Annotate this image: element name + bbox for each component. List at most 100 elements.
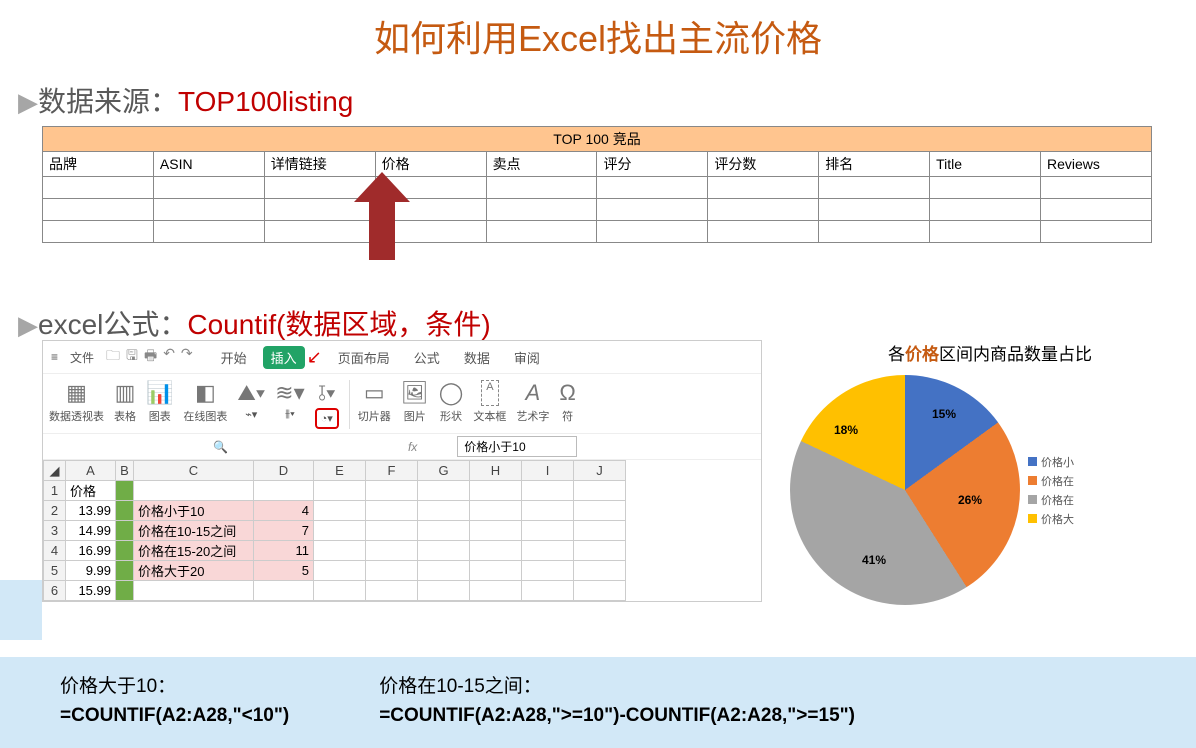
print-icon: 🖶 — [144, 345, 157, 369]
grid-row: 314.99价格在10-15之间7 — [44, 521, 626, 541]
onlinechart-icon: ◧ — [195, 380, 216, 406]
ribbon-sub2[interactable]: ≋▾ ⫵▾ — [275, 380, 304, 429]
col-brand: 品牌 — [43, 152, 154, 177]
tab-data[interactable]: 数据 — [456, 346, 498, 369]
swatch-icon — [1028, 476, 1037, 485]
colh-D[interactable]: D — [254, 461, 314, 481]
formula-right: 价格在10-15之间： =COUNTIF(A2:A28,">=10")-COUN… — [379, 673, 855, 730]
textbox-icon: A — [481, 380, 498, 406]
ribbon-symbol[interactable]: Ω符 — [559, 380, 575, 429]
pivot-icon: ▦ — [66, 380, 87, 406]
top-table-empty-row — [43, 177, 1152, 199]
formula-left: 价格大于10： =COUNTIF(A2:A28,"<10") — [60, 673, 289, 730]
grid-row: 416.99价格在15-20之间11 — [44, 541, 626, 561]
colh-F[interactable]: F — [366, 461, 418, 481]
ribbon-table[interactable]: ▥表格 — [114, 380, 136, 429]
tab-layout[interactable]: 页面布局 — [330, 346, 398, 369]
colh-G[interactable]: G — [418, 461, 470, 481]
triangle-icon: ▶ — [18, 310, 38, 340]
swatch-icon — [1028, 514, 1037, 523]
colh-A[interactable]: A — [66, 461, 116, 481]
legend-item: 价格大 — [1028, 511, 1074, 527]
section1-head: ▶数据来源：TOP100listing — [0, 80, 1196, 120]
picture-icon: 🖼 — [401, 380, 429, 406]
top-table-empty-row — [43, 199, 1152, 221]
grid-col-headers: ◢ A B C D E F G H I J — [44, 461, 626, 481]
ribbon-wordart[interactable]: A艺术字 — [516, 380, 549, 429]
colh-H[interactable]: H — [470, 461, 522, 481]
formula-right-title: 价格在10-15之间： — [379, 673, 855, 702]
tab-insert[interactable]: 插入 — [263, 346, 305, 369]
formula-bar: 🔍 fx 价格小于10 — [43, 434, 761, 460]
ribbon-pic[interactable]: 🖼图片 — [401, 380, 429, 429]
col-ratingcount: 评分数 — [708, 152, 819, 177]
save-icon: 🖫 — [126, 345, 138, 369]
pie-label-4: 18% — [834, 423, 858, 437]
symbol-icon: Ω — [559, 380, 575, 406]
section2-head: ▶excel公式：Countif(数据区域，条件) — [0, 303, 1196, 343]
ribbon-pivot[interactable]: ▦数据透视表 — [49, 380, 104, 429]
pie-button-highlighted: ◔▾ — [315, 408, 339, 429]
excel-menu: ≡ 文件 🗀🖫🖶↶↷ 开始 插入 ↙ 页面布局 公式 数据 审阅 — [43, 341, 761, 374]
fx-label: fx — [408, 440, 417, 454]
ribbon-textbox[interactable]: A文本框 — [473, 380, 506, 429]
col-asin: ASIN — [153, 152, 264, 177]
hamburger-icon[interactable]: ≡ — [51, 350, 58, 364]
formula-right-text: =COUNTIF(A2:A28,">=10")-COUNTIF(A2:A28,"… — [379, 702, 855, 731]
excel-tabs: 开始 插入 ↙ 页面布局 公式 数据 审阅 — [213, 346, 548, 369]
undo-icon: ↶ — [163, 345, 175, 369]
swatch-icon — [1028, 457, 1037, 466]
grid-row: 615.99 — [44, 581, 626, 601]
shape-icon: ◯ — [439, 380, 464, 406]
col-rating: 评分 — [597, 152, 708, 177]
col-icon: ⫵▾ — [285, 408, 295, 421]
tab-review[interactable]: 审阅 — [506, 346, 548, 369]
grid-row: 1价格 — [44, 481, 626, 501]
pie-legend: 价格小 价格在 价格在 价格大 — [1028, 451, 1074, 530]
section2-label: excel公式： — [38, 309, 187, 340]
quick-icons[interactable]: 🗀🖫🖶↶↷ — [106, 345, 193, 369]
menu-file[interactable]: 文件 — [70, 349, 94, 366]
combo-icon: ⫱▾ — [318, 380, 335, 406]
line-icon: ≋▾ — [275, 380, 304, 406]
section1-label: 数据来源： — [38, 86, 178, 117]
col-reviews: Reviews — [1041, 152, 1152, 177]
col-title: Title — [930, 152, 1041, 177]
colh-J[interactable]: J — [574, 461, 626, 481]
page-title: 如何利用Excel找出主流价格 — [0, 0, 1196, 80]
triangle-icon: ▶ — [18, 87, 38, 117]
ribbon-shape[interactable]: ◯形状 — [439, 380, 464, 429]
lens-icon[interactable]: 🔍 — [213, 440, 228, 454]
pie-title: 各价格区间内商品数量占比 — [790, 340, 1190, 365]
swatch-icon — [1028, 495, 1037, 504]
grid-row: 213.99价格小于104 — [44, 501, 626, 521]
excel-grid[interactable]: ◢ A B C D E F G H I J 1价格 213.99价格小于104 … — [43, 460, 626, 601]
redo-icon: ↷ — [181, 345, 193, 369]
top-table-empty-row — [43, 221, 1152, 243]
col-rank: 排名 — [819, 152, 930, 177]
ribbon-onlinechart[interactable]: ◧在线图表 — [183, 380, 227, 429]
ribbon-chart[interactable]: 📊图表 — [146, 380, 173, 429]
corner-cell[interactable]: ◢ — [44, 461, 66, 481]
ribbon-sub1[interactable]: ⛰▾⌁▾ — [237, 380, 265, 429]
tab-formula[interactable]: 公式 — [406, 346, 448, 369]
pie-chart: 15% 26% 41% 18% — [790, 375, 1020, 605]
spark-icon: ⌁▾ — [245, 408, 257, 421]
colh-C[interactable]: C — [134, 461, 254, 481]
grid-row: 59.99价格大于205 — [44, 561, 626, 581]
pie-chart-area: 各价格区间内商品数量占比 15% 26% 41% 18% 价格小 价格在 价格在… — [790, 340, 1190, 605]
slicer-icon: ▭ — [364, 380, 385, 406]
pie-label-3: 41% — [862, 553, 886, 567]
tab-start[interactable]: 开始 — [213, 346, 255, 369]
fx-input[interactable]: 价格小于10 — [457, 436, 577, 457]
excel-ribbon: ▦数据透视表 ▥表格 📊图表 ◧在线图表 ⛰▾⌁▾ ≋▾ ⫵▾ ⫱▾◔▾ ▭切片器… — [43, 374, 761, 434]
ribbon-sub3[interactable]: ⫱▾◔▾ — [315, 380, 339, 429]
colh-B[interactable]: B — [116, 461, 134, 481]
colh-I[interactable]: I — [522, 461, 574, 481]
top-table-col-row: 品牌 ASIN 详情链接 价格 卖点 评分 评分数 排名 Title Revie… — [43, 152, 1152, 177]
ribbon-slicer[interactable]: ▭切片器 — [349, 380, 391, 429]
section2-value: Countif(数据区域，条件) — [187, 309, 490, 340]
colh-E[interactable]: E — [314, 461, 366, 481]
section1-value: TOP100listing — [178, 86, 353, 117]
folder-icon: 🗀 — [106, 345, 120, 369]
